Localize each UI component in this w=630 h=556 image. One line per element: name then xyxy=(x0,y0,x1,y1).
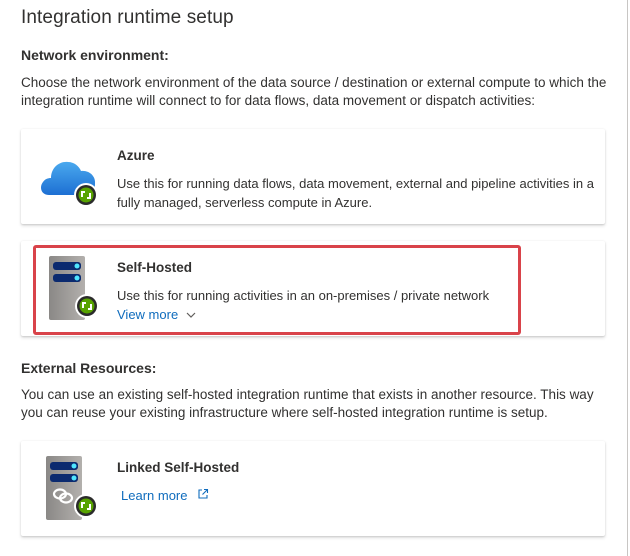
azure-option-card[interactable]: Azure Use this for running data flows, d… xyxy=(21,129,605,224)
external-resources-description: You can use an existing self-hosted inte… xyxy=(21,387,594,420)
linked-server-icon xyxy=(46,456,98,520)
linked-self-hosted-title: Linked Self-Hosted xyxy=(117,460,240,475)
page-title: Integration runtime setup xyxy=(21,7,234,28)
learn-more-link[interactable]: Learn more xyxy=(121,488,209,503)
linked-self-hosted-card[interactable]: Linked Self-Hosted Learn more xyxy=(21,441,605,536)
network-environment-description: Choose the network environment of the da… xyxy=(21,75,607,108)
external-resources-heading: External Resources: xyxy=(21,360,157,376)
learn-more-label: Learn more xyxy=(121,488,188,503)
selection-highlight xyxy=(33,245,521,335)
azure-cloud-icon xyxy=(41,161,98,207)
azure-option-description: Use this for running data flows, data mo… xyxy=(117,176,594,210)
open-external-icon xyxy=(198,488,209,499)
panel-edge xyxy=(627,0,628,556)
azure-option-title: Azure xyxy=(117,148,155,163)
network-environment-heading: Network environment: xyxy=(21,47,169,63)
